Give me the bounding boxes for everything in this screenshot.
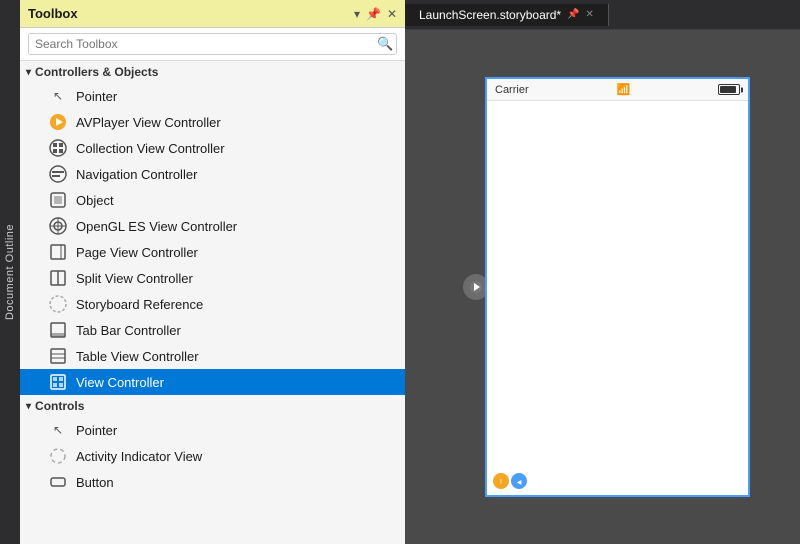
toolbox-item-page[interactable]: Page View Controller [20,239,405,265]
item-label-pointer2: Pointer [76,423,117,438]
button-icon [48,472,68,492]
item-label-split: Split View Controller [76,271,193,286]
item-label-navigation: Navigation Controller [76,167,197,182]
search-input[interactable] [28,33,397,55]
toolbox-item-activity[interactable]: Activity Indicator View [20,443,405,469]
item-label-avplayer: AVPlayer View Controller [76,115,221,130]
storyboard-background: → Carrier 📶 [405,30,800,544]
section-header-controllers[interactable]: ▾ Controllers & Objects [20,61,405,83]
item-label-storyboard: Storyboard Reference [76,297,203,312]
item-label-pointer: Pointer [76,89,117,104]
item-label-activity: Activity Indicator View [76,449,202,464]
wifi-icon: 📶 [616,83,630,96]
collection-icon [48,138,68,158]
editor-area: LaunchScreen.storyboard* 📌 ✕ → [405,0,800,544]
battery-icon [718,84,740,95]
section-arrow-controls: ▾ [26,401,31,412]
toolbox-item-collection[interactable]: Collection View Controller [20,135,405,161]
svg-text:!: ! [500,479,502,486]
toolbox-item-tabbar[interactable]: Tab Bar Controller [20,317,405,343]
tab-close-icon[interactable]: ✕ [586,9,594,20]
toolbox-item-pointer[interactable]: ↖ Pointer [20,83,405,109]
toolbox-header: Toolbox ▾ 📌 ✕ [20,0,405,28]
toolbox-item-pointer2[interactable]: ↖ Pointer [20,417,405,443]
toolbox-title: Toolbox [28,6,78,21]
item-label-opengl: OpenGL ES View Controller [76,219,237,234]
activity-icon [48,446,68,466]
item-label-page: Page View Controller [76,245,198,260]
avplayer-icon [48,112,68,132]
split-icon [48,268,68,288]
carrier-label: Carrier [495,84,529,96]
toolbox-item-navigation[interactable]: Navigation Controller [20,161,405,187]
section-arrow-controllers: ▾ [26,67,31,78]
document-outline-panel: Document Outline [0,0,20,544]
viewcontroller-icon [48,372,68,392]
constraint-warning-icon[interactable]: ! [493,473,509,489]
svg-text:◀: ◀ [517,480,522,486]
editor-canvas[interactable]: → Carrier 📶 [405,30,800,544]
toolbox-search-area: 🔍 [20,28,405,61]
toolbox-pin-icon[interactable]: 📌 [366,7,381,21]
phone-view-body [487,101,748,457]
phone-mockup[interactable]: Carrier 📶 ! [485,77,750,497]
tab-label-launchscreen: LaunchScreen.storyboard* [419,8,561,22]
section-label-controls: Controls [35,399,84,413]
toolbox-content: ▾ Controllers & Objects ↖ Pointer AVPlay… [20,61,405,544]
toolbox-item-button[interactable]: Button [20,469,405,495]
navigation-icon [48,164,68,184]
toolbox-panel: Toolbox ▾ 📌 ✕ 🔍 ▾ Controllers & Objects … [20,0,405,544]
item-label-collection: Collection View Controller [76,141,225,156]
object-icon [48,190,68,210]
toolbox-item-storyboard[interactable]: Storyboard Reference [20,291,405,317]
item-label-tableview: Table View Controller [76,349,199,364]
toolbox-item-avplayer[interactable]: AVPlayer View Controller [20,109,405,135]
section-header-controls[interactable]: ▾ Controls [20,395,405,417]
tab-pin-icon: 📌 [567,9,579,20]
toolbox-header-actions: ▾ 📌 ✕ [354,7,397,21]
toolbox-close-icon[interactable]: ✕ [387,7,397,21]
document-outline-label: Document Outline [4,224,16,320]
editor-tab-bar: LaunchScreen.storyboard* 📌 ✕ [405,0,800,30]
toolbox-dropdown-icon[interactable]: ▾ [354,7,360,21]
tabbar-icon [48,320,68,340]
item-label-object: Object [76,193,114,208]
cursor2-icon: ↖ [48,420,68,440]
item-label-button: Button [76,475,114,490]
page-icon [48,242,68,262]
toolbox-item-opengl[interactable]: OpenGL ES View Controller [20,213,405,239]
cursor-icon: ↖ [48,86,68,106]
search-icon: 🔍 [377,36,393,52]
layout-icon[interactable]: ◀ [511,473,527,489]
toolbox-item-split[interactable]: Split View Controller [20,265,405,291]
phone-bottom-icons: ! ◀ [493,473,527,489]
editor-tab-launchscreen[interactable]: LaunchScreen.storyboard* 📌 ✕ [405,4,609,26]
toolbox-item-viewcontroller[interactable]: View Controller [20,369,405,395]
item-label-viewcontroller: View Controller [76,375,164,390]
storyboard-icon [48,294,68,314]
opengl-icon [48,216,68,236]
section-label-controllers: Controllers & Objects [35,65,158,79]
phone-status-bar: Carrier 📶 [487,79,748,101]
toolbox-item-tableview[interactable]: Table View Controller [20,343,405,369]
toolbox-item-object[interactable]: Object [20,187,405,213]
item-label-tabbar: Tab Bar Controller [76,323,181,338]
tableview-icon [48,346,68,366]
